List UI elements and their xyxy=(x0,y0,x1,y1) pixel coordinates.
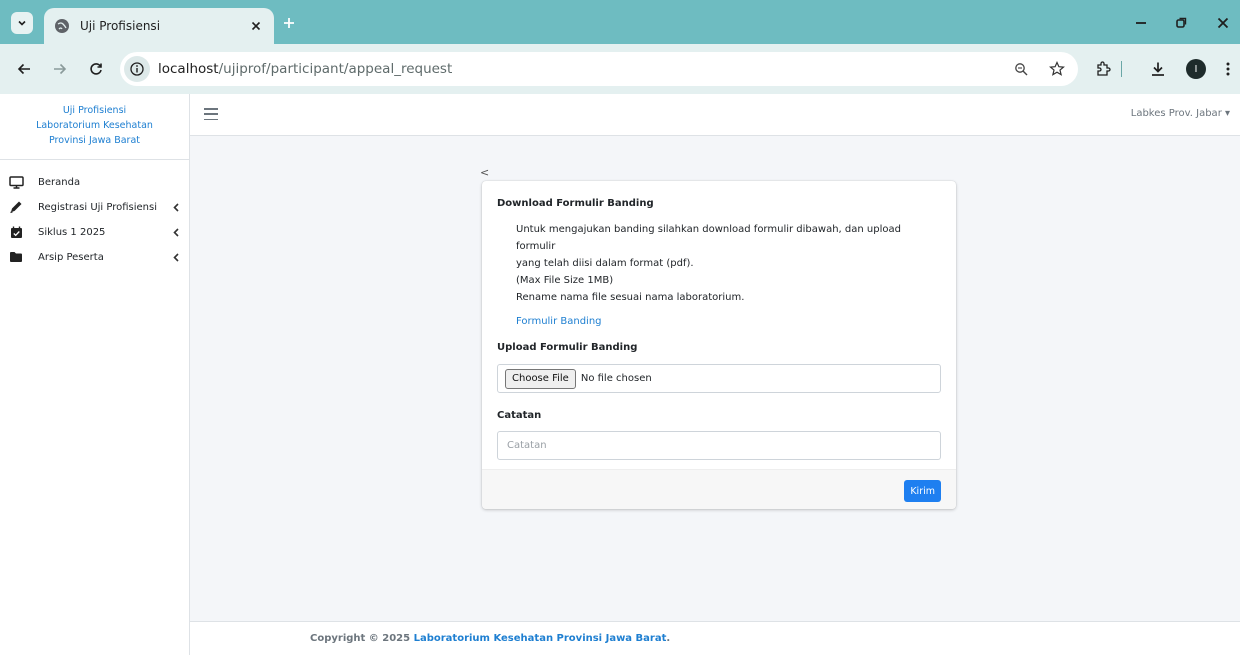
close-window-button[interactable] xyxy=(1214,14,1232,32)
top-navbar: Labkes Prov. Jabar ▾ xyxy=(190,94,1240,136)
chevron-left-icon xyxy=(172,227,180,237)
site-info-button[interactable] xyxy=(124,56,150,82)
chevron-left-icon xyxy=(172,202,180,212)
brand[interactable]: Uji Profisiensi Laboratorium Kesehatan P… xyxy=(0,94,189,160)
sidebar-item-label: Arsip Peserta xyxy=(38,252,104,263)
card-body: Download Formulir Banding Untuk mengajuk… xyxy=(482,181,956,469)
forward-button[interactable] xyxy=(50,59,70,79)
calendar-check-icon xyxy=(8,225,24,239)
browser-toolbar: localhost/ujiprof/participant/appeal_req… xyxy=(0,44,1240,94)
sidebar-item-arsip[interactable]: Arsip Peserta xyxy=(0,245,189,270)
close-tab-icon[interactable] xyxy=(248,18,264,34)
browser-tab[interactable]: Uji Profisiensi xyxy=(44,8,274,44)
page-footer: Copyright © 2025 Laboratorium Kesehatan … xyxy=(190,621,1240,655)
sidebar-item-registrasi[interactable]: Registrasi Uji Profisiensi xyxy=(0,195,189,220)
minimize-icon xyxy=(1136,22,1146,24)
instruction-line: Rename nama file sesuai nama laboratoriu… xyxy=(516,292,745,303)
new-tab-button[interactable] xyxy=(280,14,298,32)
sidebar-item-label: Siklus 1 2025 xyxy=(38,227,106,238)
sidebar-item-label: Registrasi Uji Profisiensi xyxy=(38,202,157,213)
brand-line-1: Uji Profisiensi xyxy=(62,105,127,116)
profile-avatar[interactable]: I xyxy=(1186,59,1206,79)
reload-button[interactable] xyxy=(86,59,106,79)
download-icon[interactable] xyxy=(1148,59,1168,79)
chevron-left-icon xyxy=(172,252,180,262)
form-download-link[interactable]: Formulir Banding xyxy=(516,316,602,327)
sidebar: Uji Profisiensi Laboratorium Kesehatan P… xyxy=(0,94,190,655)
catatan-heading: Catatan xyxy=(497,410,542,421)
brand-line-2: Laboratorium Kesehatan xyxy=(36,120,153,131)
file-upload-input[interactable]: Choose File No file chosen xyxy=(497,364,941,393)
url-path: /ujiprof/participant/appeal_request xyxy=(218,61,453,77)
copyright-suffix: . xyxy=(666,633,671,644)
zoom-icon[interactable] xyxy=(1012,60,1030,78)
extensions-icon[interactable] xyxy=(1093,59,1113,79)
url-text: localhost/ujiprof/participant/appeal_req… xyxy=(158,61,452,77)
download-heading: Download Formulir Banding xyxy=(497,198,654,209)
user-menu-dropdown[interactable]: Labkes Prov. Jabar ▾ xyxy=(1131,108,1230,119)
pen-icon xyxy=(8,200,24,214)
tab-search-button[interactable] xyxy=(11,12,33,34)
brand-line-3: Provinsi Jawa Barat xyxy=(49,135,140,146)
instruction-line: Untuk mengajukan banding silahkan downlo… xyxy=(516,224,901,252)
folder-icon xyxy=(8,250,24,264)
chevron-down-icon xyxy=(18,20,26,26)
url-host: localhost xyxy=(158,61,219,77)
catatan-input[interactable] xyxy=(497,431,941,460)
restore-icon xyxy=(1176,17,1187,28)
minimize-button[interactable] xyxy=(1132,14,1150,32)
back-button[interactable] xyxy=(14,59,34,79)
desktop-icon xyxy=(8,175,24,189)
upload-heading: Upload Formulir Banding xyxy=(497,342,638,353)
sidebar-nav: Beranda Registrasi Uji Profisiensi Siklu… xyxy=(0,160,189,270)
file-status: No file chosen xyxy=(580,373,652,384)
bookmark-star-icon[interactable] xyxy=(1048,60,1066,78)
info-icon xyxy=(130,62,144,76)
back-link[interactable]: < xyxy=(480,166,489,179)
restore-button[interactable] xyxy=(1172,14,1190,32)
arrow-left-icon xyxy=(17,63,30,75)
tab-title: Uji Profisiensi xyxy=(80,19,161,33)
card-footer: Kirim xyxy=(482,469,956,509)
more-menu-icon[interactable] xyxy=(1218,59,1238,79)
sidebar-item-label: Beranda xyxy=(38,177,81,188)
plus-icon xyxy=(284,18,294,28)
instruction-line: yang telah diisi dalam format (pdf). xyxy=(516,258,694,269)
instructions: Untuk mengajukan banding silahkan downlo… xyxy=(497,221,941,306)
toolbar-separator xyxy=(1121,61,1122,77)
appeal-form-card: Download Formulir Banding Untuk mengajuk… xyxy=(482,181,956,509)
submit-button[interactable]: Kirim xyxy=(904,480,941,502)
close-icon xyxy=(1217,17,1229,29)
browser-titlebar: Uji Profisiensi xyxy=(0,0,1240,44)
copyright-text: Copyright © 2025 Laboratorium Kesehatan … xyxy=(310,633,670,644)
arrow-right-icon xyxy=(54,63,67,75)
address-bar[interactable]: localhost/ujiprof/participant/appeal_req… xyxy=(120,52,1078,86)
choose-file-button[interactable]: Choose File xyxy=(505,368,576,389)
sidebar-item-siklus[interactable]: Siklus 1 2025 xyxy=(0,220,189,245)
menu-toggle-icon[interactable] xyxy=(204,108,218,120)
globe-icon xyxy=(54,18,70,34)
instruction-line: (Max File Size 1MB) xyxy=(516,275,614,286)
copyright-prefix: Copyright © 2025 xyxy=(310,633,414,644)
reload-icon xyxy=(90,63,102,75)
sidebar-item-beranda[interactable]: Beranda xyxy=(0,170,189,195)
org-link[interactable]: Laboratorium Kesehatan Provinsi Jawa Bar… xyxy=(414,633,667,644)
